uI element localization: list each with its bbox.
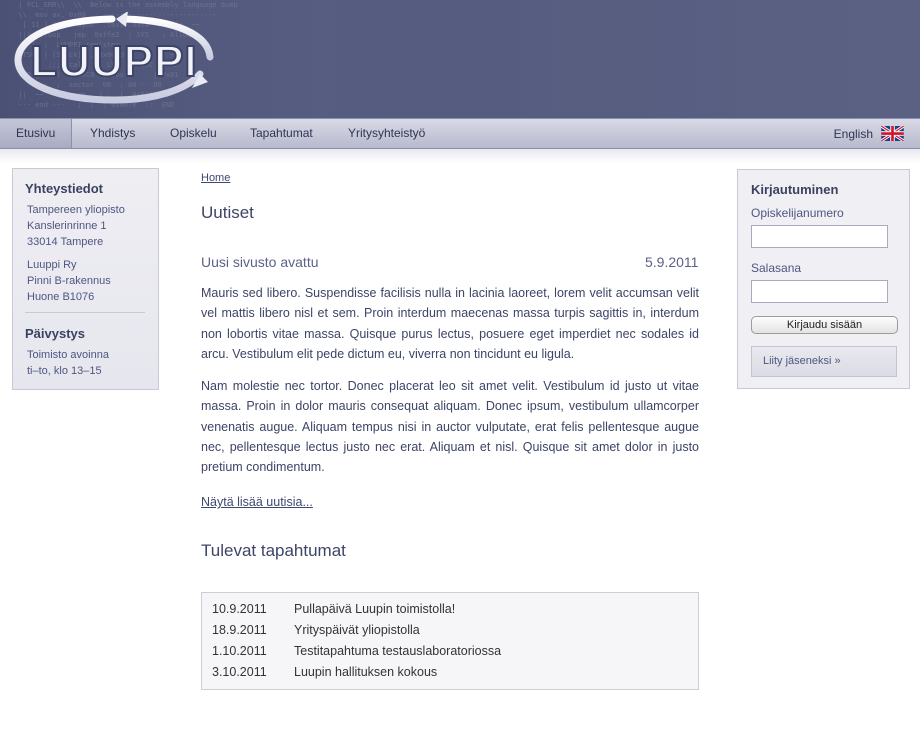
login-panel: Kirjautuminen Opiskelijanumero Salasana … <box>737 169 910 389</box>
news-paragraph: Nam molestie nec tortor. Donec placerat … <box>201 379 699 475</box>
join-button[interactable]: Liity jäseneksi » <box>751 346 897 377</box>
login-title: Kirjautuminen <box>751 182 839 197</box>
event-name[interactable]: Testitapahtuma testauslaboratoriossa <box>294 644 501 658</box>
breadcrumb[interactable]: Home <box>201 172 230 184</box>
nav-item-opiskelu[interactable]: Opiskelu <box>170 119 217 148</box>
login-button[interactable]: Kirjaudu sisään <box>751 316 898 334</box>
password-label: Salasana <box>751 261 802 275</box>
contact-title: Yhteystiedot <box>25 181 104 196</box>
logo-text: LUUPPI <box>30 37 197 86</box>
event-date: 10.9.2011 <box>212 602 267 616</box>
nav-item-yritysyhteistyo[interactable]: Yritysyhteistyö <box>348 119 425 148</box>
more-news-link[interactable]: Näytä lisää uutisia... <box>201 495 313 509</box>
contact-line: 33014 Tampere <box>27 236 104 248</box>
language-label[interactable]: English <box>834 127 873 141</box>
news-paragraph: Mauris sed libero. Suspendisse facilisis… <box>201 286 699 361</box>
event-name[interactable]: Pullapäivä Luupin toimistolla! <box>294 602 455 616</box>
news-date: 5.9.2011 <box>645 254 699 270</box>
site-header: | PCL_ERR\\ \\ Below is the assembly lan… <box>0 0 920 118</box>
events-title: Tulevat tapahtumat <box>201 541 346 560</box>
uk-flag-icon[interactable] <box>881 126 904 141</box>
event-date: 1.10.2011 <box>212 644 267 658</box>
duty-title: Päivystys <box>25 326 85 341</box>
event-name[interactable]: Luupin hallituksen kokous <box>294 665 437 679</box>
org-line: Pinni B-rakennus <box>27 275 111 287</box>
event-name[interactable]: Yrityspäivät yliopistolla <box>294 623 420 637</box>
duty-hours: Toimisto avoinna ti–to, klo 13–15 <box>27 347 109 379</box>
event-date: 3.10.2011 <box>212 665 267 679</box>
org-address: Luuppi Ry Pinni B-rakennus Huone B1076 <box>27 257 111 305</box>
nav-item-tapahtumat[interactable]: Tapahtumat <box>250 119 313 148</box>
nav-item-yhdistys[interactable]: Yhdistys <box>90 119 135 148</box>
event-date: 18.9.2011 <box>212 623 267 637</box>
org-line: Luuppi Ry <box>27 259 77 271</box>
news-title: Uusi sivusto avattu <box>201 254 319 270</box>
contact-line: Kanslerinrinne 1 <box>27 220 107 232</box>
language-switch[interactable]: English <box>834 125 904 142</box>
password-input[interactable] <box>751 280 888 303</box>
nav-shadow <box>0 149 920 163</box>
student-number-label: Opiskelijanumero <box>751 206 844 220</box>
contact-line: Tampereen yliopisto <box>27 204 125 216</box>
contact-panel: Yhteystiedot Tampereen yliopisto Kansler… <box>12 168 159 390</box>
contact-address: Tampereen yliopisto Kanslerinrinne 1 330… <box>27 202 125 250</box>
student-number-input[interactable] <box>751 225 888 248</box>
duty-line: Toimisto avoinna <box>27 349 109 361</box>
panel-divider <box>25 312 145 313</box>
main-navigation: Etusivu Yhdistys Opiskelu Tapahtumat Yri… <box>0 118 920 149</box>
nav-item-etusivu[interactable]: Etusivu <box>0 119 73 148</box>
luuppi-logo[interactable]: LUUPPI <box>14 12 214 107</box>
events-list: 10.9.2011 Pullapäivä Luupin toimistolla!… <box>201 592 699 690</box>
page-title: Uutiset <box>201 203 254 222</box>
org-line: Huone B1076 <box>27 291 95 303</box>
duty-line: ti–to, klo 13–15 <box>27 365 102 377</box>
